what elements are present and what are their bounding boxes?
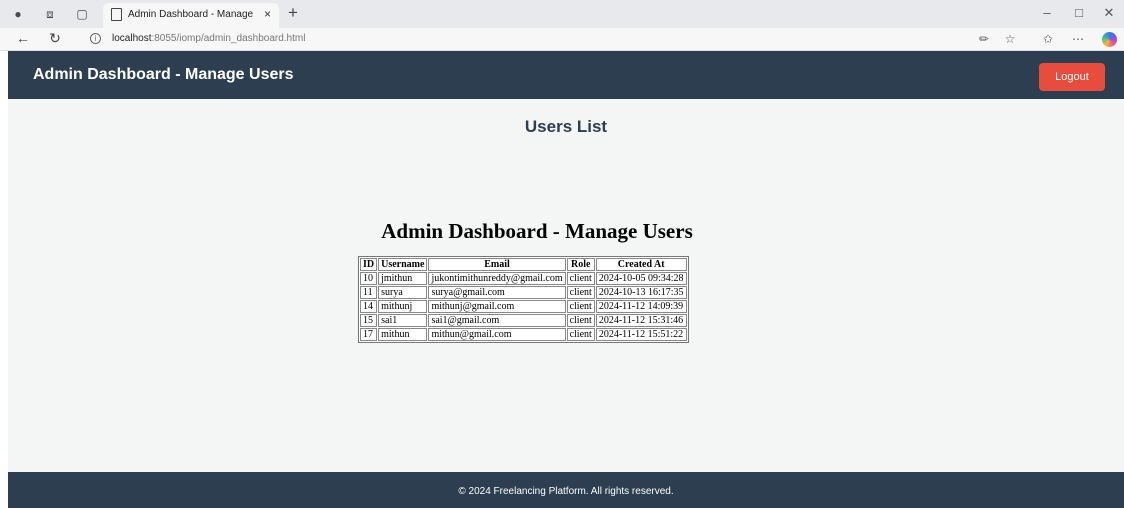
app-header: Admin Dashboard - Manage Users Logout — [8, 51, 1124, 99]
profile-icon[interactable]: ● — [10, 6, 26, 22]
tab-title: Admin Dashboard - Manage User — [128, 9, 254, 20]
cell-id: 17 — [360, 328, 378, 341]
tab-actions-icon[interactable]: ▢ — [74, 6, 90, 22]
cell-username: surya — [378, 286, 428, 299]
users-list-heading: Users List — [524, 117, 608, 136]
cell-username: mithun — [378, 328, 428, 341]
cell-role: client — [566, 314, 595, 327]
new-tab-button[interactable]: + — [288, 3, 298, 23]
cell-email: surya@gmail.com — [428, 286, 566, 299]
users-table: ID Username Email Role Created At 10 jmi… — [358, 256, 689, 343]
column-header-role: Role — [566, 258, 595, 271]
page-title: Admin Dashboard - Manage Users — [33, 66, 294, 83]
workspaces-icon[interactable]: ⧈ — [42, 6, 58, 22]
browser-tab-strip: ● ⧈ ▢ Admin Dashboard - Manage User × + … — [0, 0, 1124, 28]
url-text: localhost:8055/iomp/admin_dashboard.html — [112, 33, 306, 44]
column-header-email: Email — [428, 258, 566, 271]
browser-tab-active[interactable]: Admin Dashboard - Manage User × — [103, 3, 279, 28]
cell-email: sai1@gmail.com — [428, 314, 566, 327]
maximize-icon[interactable]: □ — [1068, 5, 1090, 20]
cell-role: client — [566, 328, 595, 341]
cell-email: mithunj@gmail.com — [428, 300, 566, 313]
close-window-icon[interactable]: ✕ — [1098, 5, 1120, 21]
table-header-row: ID Username Email Role Created At — [360, 258, 687, 271]
cell-username: jmithun — [378, 272, 428, 285]
cell-role: client — [566, 300, 595, 313]
more-icon[interactable]: ⋯ — [1070, 32, 1086, 46]
info-icon[interactable]: i — [90, 33, 101, 44]
app-footer: © 2024 Freelancing Platform. All rights … — [8, 472, 1124, 508]
cell-id: 10 — [360, 272, 378, 285]
back-icon[interactable]: ← — [14, 30, 32, 46]
cell-role: client — [566, 272, 595, 285]
address-bar[interactable]: i localhost:8055/iomp/admin_dashboard.ht… — [80, 30, 1020, 49]
cell-created-at: 2024-11-12 15:31:46 — [595, 314, 687, 327]
column-header-created-at: Created At — [595, 258, 687, 271]
cell-id: 14 — [360, 300, 378, 313]
cell-username: sai1 — [378, 314, 428, 327]
table-row: 15 sai1 sai1@gmail.com client 2024-11-12… — [360, 314, 687, 327]
table-row: 11 surya surya@gmail.com client 2024-10-… — [360, 286, 687, 299]
cell-created-at: 2024-10-13 16:17:35 — [595, 286, 687, 299]
column-header-username: Username — [378, 258, 428, 271]
favorites-bar-icon[interactable]: ✩ — [1040, 32, 1056, 46]
copilot-icon[interactable] — [1102, 32, 1117, 47]
page-icon — [111, 8, 122, 21]
copyright-text: © 2024 Freelancing Platform. All rights … — [458, 486, 674, 497]
cell-username: mithunj — [378, 300, 428, 313]
logout-button[interactable]: Logout — [1039, 63, 1105, 91]
cell-created-at: 2024-11-12 14:09:39 — [595, 300, 687, 313]
cell-email: jukontimithunreddy@gmail.com — [428, 272, 566, 285]
table-row: 14 mithunj mithunj@gmail.com client 2024… — [360, 300, 687, 313]
cell-created-at: 2024-11-12 15:51:22 — [595, 328, 687, 341]
cell-email: mithun@gmail.com — [428, 328, 566, 341]
table-row: 17 mithun mithun@gmail.com client 2024-1… — [360, 328, 687, 341]
column-header-id: ID — [360, 258, 378, 271]
cell-id: 11 — [360, 286, 378, 299]
cell-role: client — [566, 286, 595, 299]
read-aloud-icon[interactable]: ✏ — [976, 32, 992, 46]
table-row: 10 jmithun jukontimithunreddy@gmail.com … — [360, 272, 687, 285]
minimize-icon[interactable]: – — [1036, 5, 1058, 20]
browser-toolbar: ← ↻ i localhost:8055/iomp/admin_dashboar… — [0, 28, 1124, 51]
manage-users-heading: Admin Dashboard - Manage Users — [381, 219, 693, 243]
cell-created-at: 2024-10-05 09:34:28 — [595, 272, 687, 285]
favorite-icon[interactable]: ☆ — [1002, 32, 1018, 46]
tab-close-icon[interactable]: × — [264, 7, 271, 21]
refresh-icon[interactable]: ↻ — [46, 30, 64, 47]
cell-id: 15 — [360, 314, 378, 327]
